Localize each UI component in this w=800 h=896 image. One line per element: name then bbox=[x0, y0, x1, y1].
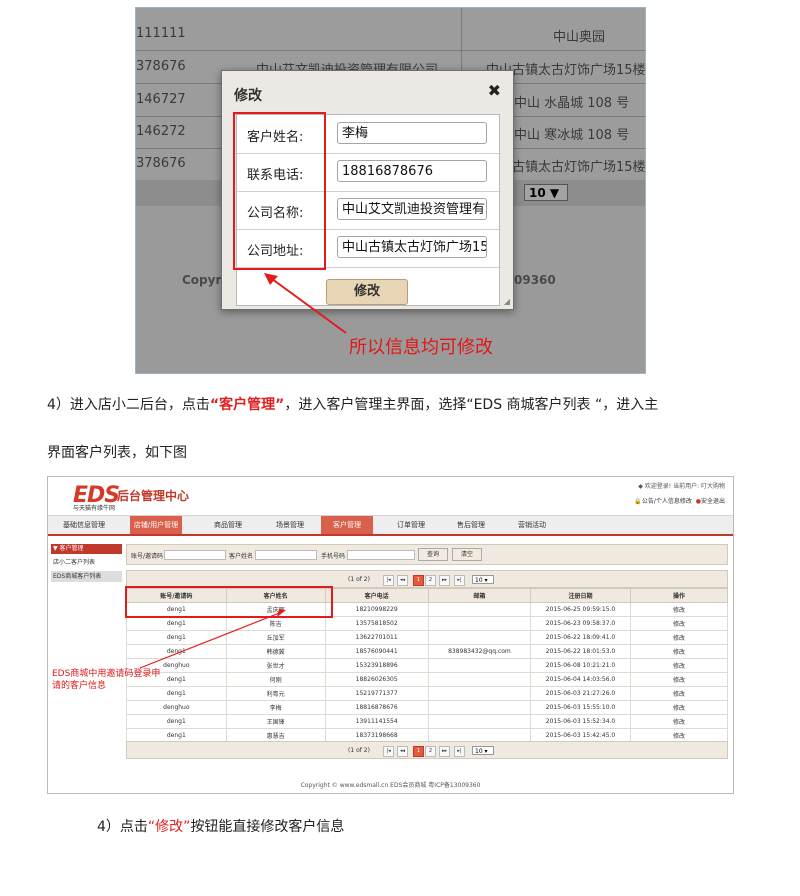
arrow-icon bbox=[139, 609, 286, 669]
step-text: 按钮能直接修改客户信息 bbox=[190, 819, 345, 835]
annotation-text: EDS商城中用邀请码登录申请的客户信息 bbox=[52, 669, 161, 691]
step-paragraph: 4）点击“修改”按钮能直接修改客户信息 bbox=[97, 816, 344, 836]
step-highlight: “修改” bbox=[147, 819, 191, 835]
step-text: 4）点击 bbox=[97, 819, 148, 835]
